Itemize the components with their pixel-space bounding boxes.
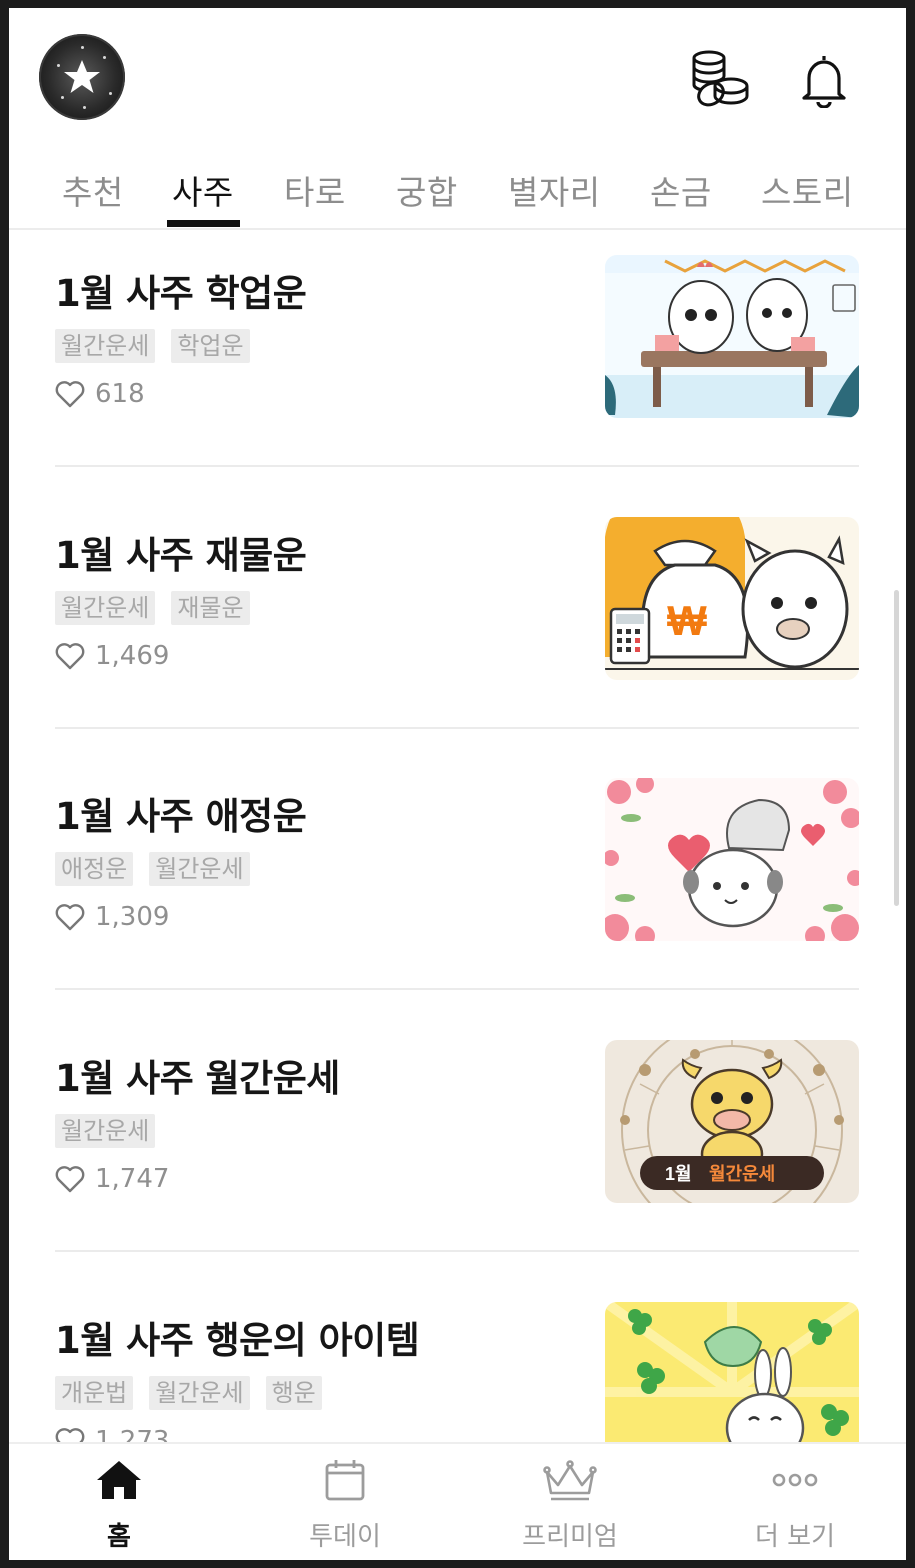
like-number: 1,747	[95, 1164, 170, 1194]
crown-icon	[543, 1460, 597, 1501]
heart-icon	[55, 643, 85, 670]
item-divider	[55, 465, 859, 467]
tab-saju[interactable]: 사주	[172, 166, 234, 214]
more-icon	[772, 1473, 818, 1487]
like-count[interactable]: 1,273	[55, 1426, 169, 1442]
list-item[interactable]: 1월 사주 월간운세 월간운세 1,747 1월 월간운세	[55, 1040, 859, 1301]
tab-recommend[interactable]: 추천	[62, 166, 124, 214]
tab-story[interactable]: 스토리	[761, 166, 854, 214]
coins-icon[interactable]	[689, 50, 751, 108]
bell-icon[interactable]	[799, 52, 849, 108]
tag: 개운법	[55, 1376, 134, 1410]
heart-icon	[55, 1166, 85, 1193]
like-count[interactable]: 1,747	[55, 1164, 169, 1194]
nav-home[interactable]: 홈	[39, 1444, 199, 1560]
tag: 월간운세	[55, 1114, 156, 1148]
item-title: 1월 사주 행운의 아이템	[55, 1319, 420, 1362]
tag-list: 개운법 월간운세 행운	[55, 1376, 322, 1410]
home-icon	[97, 1461, 141, 1499]
tag-list: 월간운세 학업운	[55, 329, 250, 363]
tag: 학업운	[171, 329, 250, 363]
love-illustration	[605, 778, 859, 941]
calendar-icon	[325, 1460, 365, 1501]
nav-premium[interactable]: 프리미엄	[490, 1444, 650, 1560]
tag: 애정운	[55, 852, 134, 886]
list-item[interactable]: 1월 사주 재물운 월간운세 재물운 1,469 ₩	[55, 517, 859, 778]
item-divider	[55, 727, 859, 729]
nav-label: 홈	[107, 1522, 131, 1552]
list-item[interactable]: 1월 사주 애정운 애정운 월간운세 1,309	[55, 778, 859, 1039]
like-count[interactable]: 1,469	[55, 641, 169, 671]
item-divider	[55, 1250, 859, 1252]
nav-today[interactable]: 투데이	[265, 1444, 425, 1560]
star-icon	[64, 60, 100, 93]
tag: 월간운세	[55, 591, 156, 625]
nav-label: 더 보기	[754, 1522, 836, 1552]
svg-text:₩: ₩	[667, 597, 707, 644]
tag: 월간운세	[149, 1376, 250, 1410]
thumb-text-month: 1월	[665, 1164, 692, 1184]
clover-rabbit-illustration	[605, 1302, 859, 1442]
list-item[interactable]: 1월 사주 행운의 아이템 개운법 월간운세 행운 1,273	[55, 1302, 859, 1442]
item-title: 1월 사주 월간운세	[55, 1057, 340, 1100]
header	[9, 8, 906, 148]
tag: 재물운	[171, 591, 250, 625]
item-title: 1월 사주 학업운	[55, 272, 307, 315]
tab-horoscope[interactable]: 별자리	[508, 166, 601, 214]
heart-icon	[55, 381, 85, 408]
heart-icon	[55, 904, 85, 931]
money-bag-illustration: ₩	[605, 517, 859, 680]
heart-icon	[55, 1428, 85, 1442]
tag: 행운	[265, 1376, 322, 1410]
star-logo[interactable]	[39, 34, 125, 120]
nav-label: 프리미엄	[522, 1522, 618, 1552]
scrollbar[interactable]	[894, 590, 899, 906]
category-tabs: 추천 사주 타로 궁합 별자리 손금 스토리	[9, 148, 906, 230]
tab-compatibility[interactable]: 궁합	[396, 166, 458, 214]
item-title: 1월 사주 애정운	[55, 795, 307, 838]
nav-label: 투데이	[309, 1522, 381, 1552]
like-number: 1,469	[95, 641, 170, 671]
tab-tarot[interactable]: 타로	[284, 166, 346, 214]
tag-list: 월간운세	[55, 1114, 156, 1148]
like-number: 618	[95, 379, 145, 409]
item-divider	[55, 988, 859, 990]
tag-list: 애정운 월간운세	[55, 852, 250, 886]
tag: 월간운세	[55, 329, 156, 363]
app-screen: 추천 사주 타로 궁합 별자리 손금 스토리 1월 사주 학업운 월간운세 학업…	[9, 8, 906, 1560]
thumb-text-title: 월간운세	[709, 1164, 775, 1184]
like-count[interactable]: 1,309	[55, 902, 169, 932]
fortune-list: 1월 사주 학업운 월간운세 학업운 618 1월 사주 재물운 월간운세 재물…	[9, 230, 906, 1442]
nav-more[interactable]: 더 보기	[715, 1444, 875, 1560]
zodiac-cow-illustration: 1월 월간운세	[605, 1040, 859, 1203]
bottom-navigation: 홈 투데이 프리미엄 더 보기	[9, 1442, 906, 1560]
like-number: 1,309	[95, 902, 170, 932]
study-illustration	[605, 255, 859, 418]
item-title: 1월 사주 재물운	[55, 534, 307, 577]
list-item[interactable]: 1월 사주 학업운 월간운세 학업운 618	[55, 255, 859, 516]
active-tab-indicator	[167, 220, 240, 227]
tab-palmistry[interactable]: 손금	[650, 166, 712, 214]
tag: 월간운세	[149, 852, 250, 886]
like-number: 1,273	[95, 1426, 170, 1442]
like-count[interactable]: 618	[55, 379, 145, 409]
tag-list: 월간운세 재물운	[55, 591, 250, 625]
